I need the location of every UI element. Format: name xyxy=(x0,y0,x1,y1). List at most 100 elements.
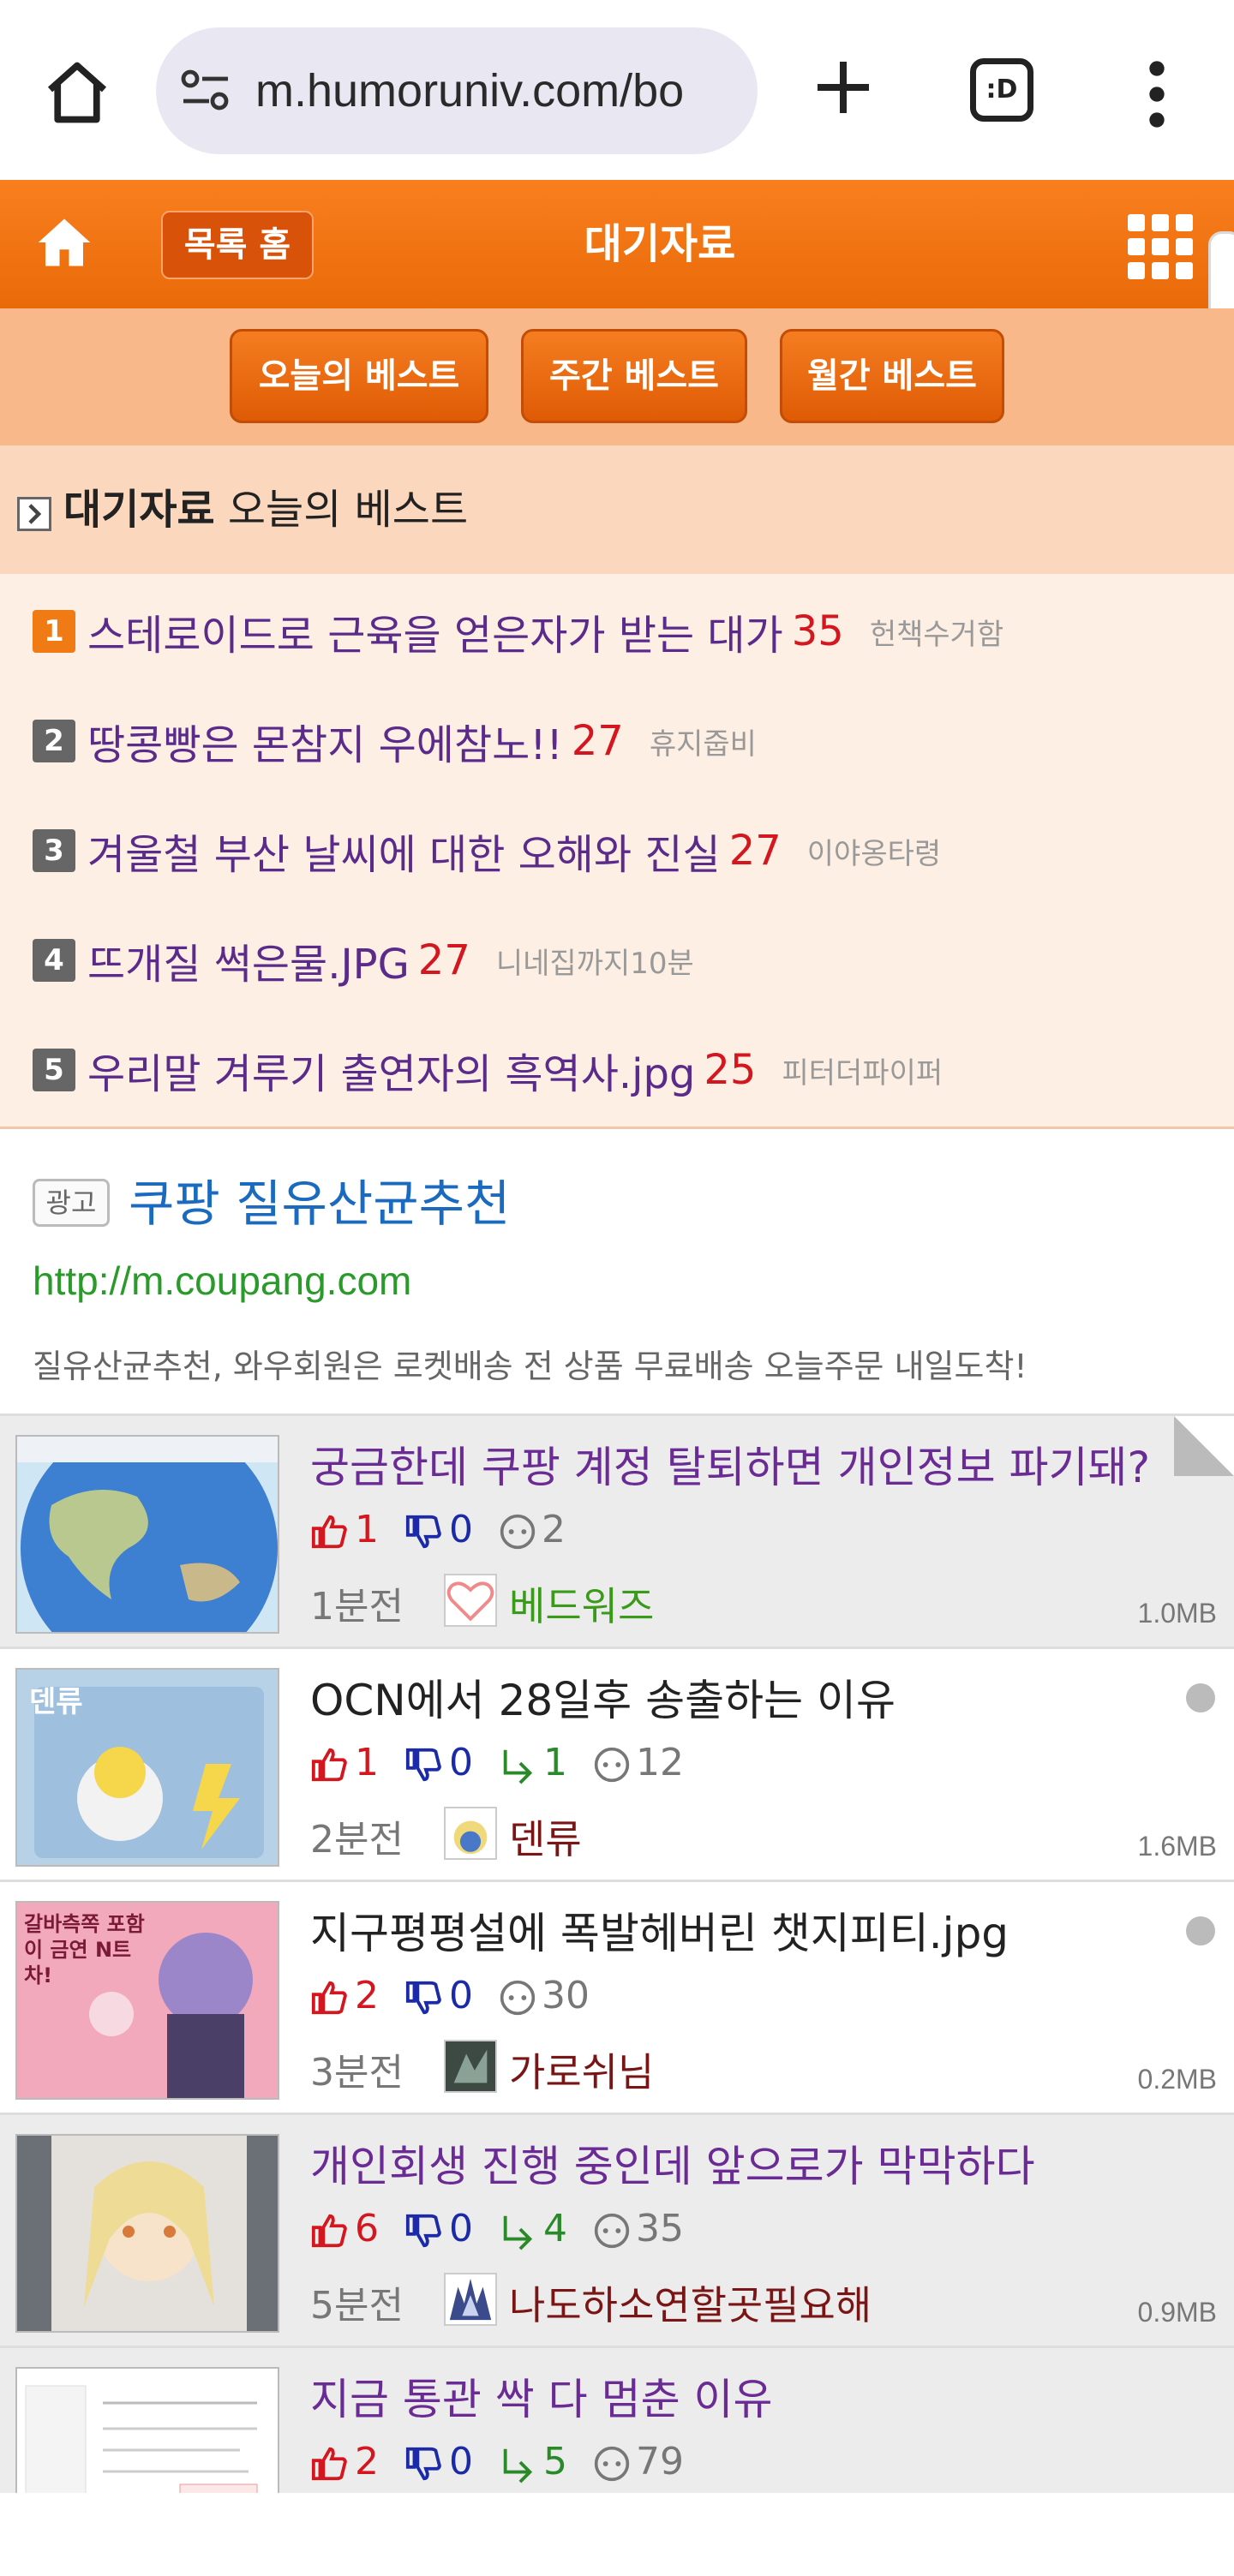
best-item-count: 27 xyxy=(417,936,470,984)
upvote-count: 6 xyxy=(355,2206,379,2250)
post-title[interactable]: 개인회생 진행 중인데 앞으로가 막막하다 xyxy=(310,2132,1035,2194)
new-tab-icon[interactable] xyxy=(809,53,878,122)
best-item-author[interactable]: 니네집까지10분 xyxy=(496,947,694,981)
upvote-stat[interactable]: 6 xyxy=(310,2207,379,2250)
weekly-best-button[interactable]: 주간 베스트 xyxy=(521,329,747,423)
best-item-title[interactable]: 우리말 겨루기 출연자의 흑역사.jpg xyxy=(87,1050,695,1098)
best-list-item[interactable]: 5 우리말 겨루기 출연자의 흑역사.jpg 25 피터더파이퍼 xyxy=(33,1040,943,1109)
section-title-rest: 오늘의 베스트 xyxy=(214,486,469,534)
list-home-button[interactable]: 목록 홈 xyxy=(161,211,314,279)
downvote-stat[interactable]: 0 xyxy=(404,1974,473,2017)
post-row[interactable]: 덴류 OCN에서 28일후 송출하는 이유 1 0 1 12 2분전 덴류 1.6MB xyxy=(0,1647,1234,1880)
status-dot xyxy=(1186,1683,1215,1712)
rank-badge: 5 xyxy=(33,1049,75,1091)
best-item-count: 27 xyxy=(571,717,624,765)
ad-block[interactable]: 광고 쿠팡 질유산균추천 http://m.coupang.com 질유산균추천… xyxy=(0,1129,1234,1414)
comment-stat: 35 xyxy=(593,2207,684,2250)
post-row[interactable]: 궁금한데 쿠팡 계정 탈퇴하면 개인정보 파기돼? 1 0 2 1분전 베드워즈 1… xyxy=(0,1414,1234,1647)
best-item-author[interactable]: 피터더파이퍼 xyxy=(782,1056,943,1091)
post-stats: 2 0 30 xyxy=(310,1971,615,2023)
best-list-item[interactable]: 3 겨울철 부산 날씨에 대한 오해와 진실 27 이야옹타령 xyxy=(33,821,941,889)
more-menu-icon[interactable] xyxy=(1140,60,1174,129)
arrow-box-icon xyxy=(17,497,51,531)
today-best-button[interactable]: 오늘의 베스트 xyxy=(230,329,488,423)
section-title-bold: 대기자료 xyxy=(63,486,215,534)
best-list-item[interactable]: 2 땅콩빵은 몬참지 우에참노!! 27 휴지줍비 xyxy=(33,711,757,780)
ad-title[interactable]: 쿠팡 질유산균추천 xyxy=(129,1163,510,1235)
ad-url[interactable]: http://m.coupang.com xyxy=(33,1258,411,1304)
grid-menu-icon[interactable] xyxy=(1128,214,1193,279)
thumbs-up-icon xyxy=(311,2447,347,2480)
best-item-title[interactable]: 겨울철 부산 날씨에 대한 오해와 진실 xyxy=(87,831,721,879)
post-row[interactable]: 개인회생 진행 중인데 앞으로가 막막하다 6 0 4 35 5분전 나도하소연할곳필… xyxy=(0,2113,1234,2346)
best-item-author[interactable]: 휴지줍비 xyxy=(650,727,757,762)
post-size: 0.9MB xyxy=(1137,2297,1217,2328)
home-icon[interactable] xyxy=(36,214,93,271)
comment-stat: 2 xyxy=(499,1508,566,1551)
best-item-title[interactable]: 스테로이드로 근육을 얻은자가 받는 대가 xyxy=(87,612,783,660)
thumbs-down-icon xyxy=(405,1748,441,1781)
best-item-author[interactable]: 이야옹타령 xyxy=(807,837,941,871)
upvote-stat[interactable]: 1 xyxy=(310,1508,379,1551)
post-row[interactable]: 지금 통관 싹 다 멈춘 이유 2 0 5 79 xyxy=(0,2346,1234,2493)
avatar xyxy=(444,2040,497,2093)
post-thumbnail[interactable] xyxy=(15,2367,279,2493)
comment-stat: 30 xyxy=(499,1974,590,2017)
post-title[interactable]: 지구평평설에 폭발헤버린 챗지피티.jpg xyxy=(310,1899,1009,1961)
reply-arrow-icon xyxy=(503,2448,533,2483)
upvote-stat[interactable]: 2 xyxy=(310,1974,379,2017)
upvote-count: 1 xyxy=(355,1740,379,1784)
comment-stat: 12 xyxy=(593,1741,684,1784)
rank-badge: 2 xyxy=(33,720,75,762)
address-bar[interactable]: m.humoruniv.com/bo xyxy=(156,27,758,154)
post-time: 5분전 xyxy=(310,2284,404,2328)
reply-count: 5 xyxy=(543,2439,567,2483)
best-item-count: 35 xyxy=(791,607,844,655)
post-thumbnail[interactable] xyxy=(15,1435,279,1634)
rank-badge: 4 xyxy=(33,939,75,982)
thumbs-up-icon xyxy=(311,2214,347,2247)
reply-arrow-icon xyxy=(503,2215,533,2250)
upvote-stat[interactable]: 2 xyxy=(310,2440,379,2483)
post-row[interactable]: 갈바측쪽 포함이 금연 N트차! 지구평평설에 폭발헤버린 챗지피티.jpg 2… xyxy=(0,1880,1234,2113)
upvote-count: 2 xyxy=(355,2439,379,2483)
post-author[interactable]: 나도하소연할곳필요해 xyxy=(509,2274,872,2331)
best-item-title[interactable]: 땅콩빵은 몬참지 우에참노!! xyxy=(87,721,563,769)
post-title[interactable]: OCN에서 28일후 송출하는 이유 xyxy=(310,1666,896,1728)
post-stats: 1 0 2 xyxy=(310,1505,591,1557)
best-item-author[interactable]: 헌책수거함 xyxy=(870,618,1003,652)
post-thumbnail[interactable]: 갈바측쪽 포함이 금연 N트차! xyxy=(15,1901,279,2100)
downvote-stat[interactable]: 0 xyxy=(404,2440,473,2483)
thumbs-down-icon xyxy=(405,2214,441,2247)
comment-face-icon xyxy=(500,1514,536,1549)
browser-home-icon[interactable] xyxy=(41,57,113,129)
thumbs-down-icon xyxy=(405,2447,441,2480)
best-item-count: 25 xyxy=(704,1046,757,1094)
downvote-stat[interactable]: 0 xyxy=(404,1741,473,1784)
downvote-stat[interactable]: 0 xyxy=(404,1508,473,1551)
board-title: 대기자료 xyxy=(584,220,736,268)
avatar xyxy=(444,1574,497,1627)
post-stats: 1 0 1 12 xyxy=(310,1738,710,1790)
post-title[interactable]: 궁금한데 쿠팡 계정 탈퇴하면 개인정보 파기돼? xyxy=(310,1433,1150,1495)
downvote-stat[interactable]: 0 xyxy=(404,2207,473,2250)
site-header: 목록 홈 대기자료 xyxy=(0,180,1234,308)
tab-switcher-button[interactable]: :D xyxy=(970,58,1033,122)
upvote-stat[interactable]: 1 xyxy=(310,1741,379,1784)
post-title[interactable]: 지금 통관 싹 다 멈춘 이유 xyxy=(310,2365,772,2427)
post-author[interactable]: 덴류 xyxy=(509,1808,582,1865)
post-author[interactable]: 가로쉬님 xyxy=(509,2041,654,2098)
section-title: 대기자료 오늘의 베스트 xyxy=(63,445,468,574)
post-author[interactable]: 베드워즈 xyxy=(509,1575,654,1632)
monthly-best-button[interactable]: 월간 베스트 xyxy=(780,329,1004,423)
best-item-title[interactable]: 뜨개질 썩은물.JPG xyxy=(87,941,410,989)
best-list-item[interactable]: 4 뜨개질 썩은물.JPG 27 니네집까지10분 xyxy=(33,930,694,999)
site-settings-icon[interactable] xyxy=(180,67,231,115)
browser-toolbar: m.humoruniv.com/bo :D xyxy=(0,0,1234,180)
post-thumbnail[interactable] xyxy=(15,2134,279,2333)
post-thumbnail[interactable]: 덴류 xyxy=(15,1668,279,1867)
thumbs-down-icon xyxy=(405,1981,441,2014)
best-list-item[interactable]: 1 스테로이드로 근육을 얻은자가 받는 대가 35 헌책수거함 xyxy=(33,601,1003,670)
reply-count: 1 xyxy=(543,1740,567,1784)
upvote-count: 2 xyxy=(355,1973,379,2017)
